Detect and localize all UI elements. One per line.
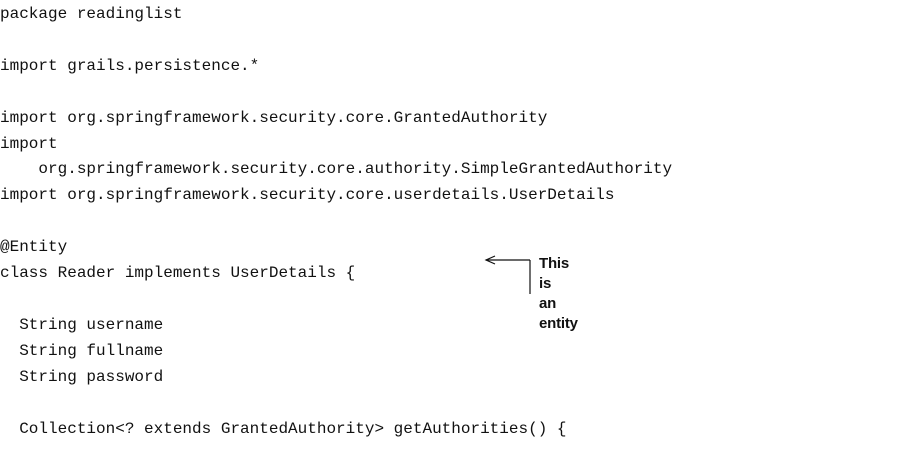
code-line: import grails.persistence.*: [0, 57, 260, 75]
code-line: class Reader implements UserDetails {: [0, 264, 356, 282]
code-line: String username: [0, 316, 164, 334]
code-line: String fullname: [0, 342, 164, 360]
code-line: import: [0, 135, 58, 153]
code-line: String password: [0, 368, 164, 386]
callout-label: This is an entity: [539, 254, 578, 334]
callout-label-line: an entity: [539, 295, 578, 332]
code-line: org.springframework.security.core.author…: [0, 160, 673, 178]
code-line: import org.springframework.security.core…: [0, 186, 615, 204]
callout-label-line: This is: [539, 255, 570, 292]
code-line: package readinglist: [0, 5, 183, 23]
code-line: import org.springframework.security.core…: [0, 109, 548, 127]
code-line: @Entity: [0, 238, 68, 256]
code-line: Collection<? extends GrantedAuthority> g…: [0, 420, 567, 438]
